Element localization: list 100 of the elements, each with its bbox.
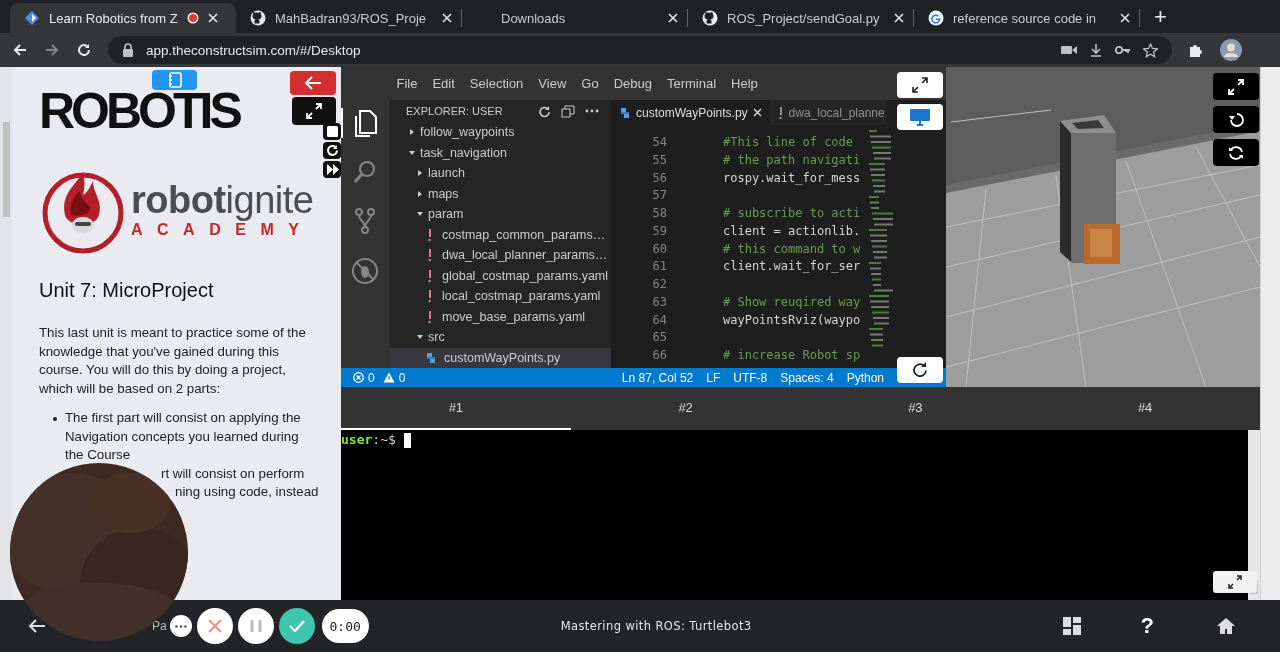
expand-button[interactable] [1213, 73, 1259, 100]
status-item[interactable]: Ln 87, Col 52 [621, 370, 694, 385]
menu-item[interactable]: Debug [606, 76, 660, 91]
tree-item[interactable]: src [389, 327, 611, 348]
tree-label: move_base_params.yaml [442, 309, 586, 324]
more-icon[interactable] [585, 109, 599, 113]
monitor-button[interactable] [897, 104, 943, 130]
scrollbar[interactable] [1260, 67, 1280, 600]
site-icon [702, 10, 718, 26]
tree-item[interactable]: global_costmap_params.yaml [389, 265, 611, 286]
download-icon[interactable] [1089, 43, 1103, 57]
back-icon[interactable] [28, 618, 46, 634]
tree-item[interactable]: maps [389, 183, 611, 204]
terminal-tab[interactable]: #1 [341, 387, 571, 430]
tree-item[interactable]: dwa_local_planner_params… [389, 245, 611, 266]
menu-item[interactable]: Help [723, 76, 766, 91]
terminal-tab[interactable]: #4 [1030, 387, 1260, 430]
arrow-left-icon [304, 76, 322, 90]
fast-forward-button[interactable] [323, 161, 341, 178]
tree-item[interactable]: costmap_common_params… [389, 224, 611, 245]
tree-item[interactable]: customWayPoints.py [389, 347, 611, 368]
menu-item[interactable]: Selection [462, 76, 531, 91]
back-icon[interactable] [12, 42, 28, 58]
expand-button[interactable] [292, 97, 336, 125]
close-icon[interactable] [207, 13, 218, 23]
close-icon[interactable] [894, 13, 904, 23]
stop-button[interactable] [323, 123, 341, 140]
confirm-button[interactable] [278, 608, 315, 644]
more-icon [174, 624, 187, 628]
camera-icon[interactable] [1061, 44, 1077, 56]
pause-button[interactable] [237, 608, 274, 644]
tree-label: customWayPoints.py [444, 350, 561, 365]
menu-item[interactable]: View [530, 76, 574, 91]
sync-icon [1227, 143, 1245, 162]
terminal-tab[interactable]: #2 [570, 387, 801, 430]
course-title: Mastering with ROS: Turtlebot3 [560, 619, 752, 633]
close-icon[interactable] [752, 108, 762, 117]
close-icon[interactable] [668, 13, 678, 23]
restart-button[interactable] [323, 142, 341, 159]
sync-button[interactable] [1213, 139, 1259, 166]
tree-item[interactable]: follow_waypoints [389, 122, 611, 143]
tab-title: ROS_Project/sendGoal.py [727, 10, 881, 26]
link-text[interactable]: Pa [152, 619, 167, 633]
exclamation-icon [427, 289, 433, 304]
home-icon[interactable] [1216, 617, 1236, 635]
editor-tab[interactable]: dwa_local_planne [769, 100, 887, 125]
browser-tab[interactable]: ROS_Project/sendGoal.py [688, 3, 914, 33]
menu-item[interactable]: Go [573, 76, 607, 91]
unit-heading: Unit 7: MicroProject [39, 279, 215, 302]
status-item[interactable]: UTF-8 [733, 370, 768, 385]
reset-view-button[interactable] [1213, 106, 1259, 133]
puzzle-icon[interactable] [1188, 42, 1204, 58]
tree-label: src [428, 330, 445, 345]
expand-button[interactable] [897, 72, 943, 98]
no-bug-icon[interactable] [351, 257, 379, 285]
tree-item[interactable]: param [389, 204, 611, 225]
expand-icon [305, 102, 323, 120]
more-button[interactable] [169, 615, 192, 637]
address-bar[interactable]: app.theconstructsim.com/#/Desktop [108, 36, 1172, 64]
close-icon[interactable] [1120, 13, 1130, 23]
editor-tab[interactable]: customWayPoints.py [611, 100, 770, 125]
key-icon[interactable] [1115, 44, 1131, 56]
back-button[interactable] [290, 71, 336, 95]
browser-tab[interactable]: reference source code in [914, 3, 1140, 33]
cancel-button[interactable] [196, 608, 233, 644]
status-item[interactable]: Spaces: 4 [780, 370, 834, 385]
notebook-button[interactable] [152, 70, 197, 90]
browser-tab[interactable]: Downloads [462, 3, 688, 33]
menu-item[interactable]: File [389, 76, 425, 91]
new-tab-button[interactable]: + [1140, 4, 1179, 33]
collapse-icon[interactable] [561, 104, 575, 118]
refresh-icon[interactable] [538, 104, 551, 118]
timer-text: 0:00 [321, 609, 369, 643]
forward-icon[interactable] [44, 42, 60, 58]
help-button[interactable]: ? [1140, 613, 1154, 639]
search-icon[interactable] [352, 159, 378, 185]
status-item[interactable]: Python [846, 370, 884, 385]
menu-item[interactable]: Terminal [659, 76, 724, 91]
status-item[interactable]: LF [706, 370, 721, 385]
dashboard-icon[interactable] [1062, 617, 1081, 635]
close-icon[interactable] [442, 13, 452, 23]
refresh-button[interactable] [897, 357, 943, 383]
reload-icon[interactable] [76, 42, 92, 58]
browser-tab[interactable]: Learn Robotics from Z [10, 3, 236, 33]
star-icon[interactable] [1143, 42, 1158, 58]
tab-title: Learn Robotics from Z [49, 10, 178, 26]
branch-icon[interactable] [353, 207, 377, 235]
tree-item[interactable]: move_base_params.yaml [389, 306, 611, 327]
terminal-tab[interactable]: #3 [800, 387, 1031, 430]
avatar-icon[interactable] [1220, 39, 1242, 61]
files-icon[interactable] [352, 109, 378, 137]
tree-item[interactable]: launch [389, 163, 611, 184]
browser-tab[interactable]: MahBadran93/ROS_Proje [236, 3, 462, 33]
expand-button[interactable] [1213, 571, 1257, 593]
line-number: 65 [651, 329, 667, 347]
tree-item[interactable]: task_navigation [389, 142, 611, 163]
scrollbar[interactable] [1248, 430, 1260, 600]
tree-item[interactable]: local_costmap_params.yaml [389, 286, 611, 307]
menu-item[interactable]: Edit [424, 76, 463, 91]
scrollbar[interactable] [0, 67, 12, 600]
